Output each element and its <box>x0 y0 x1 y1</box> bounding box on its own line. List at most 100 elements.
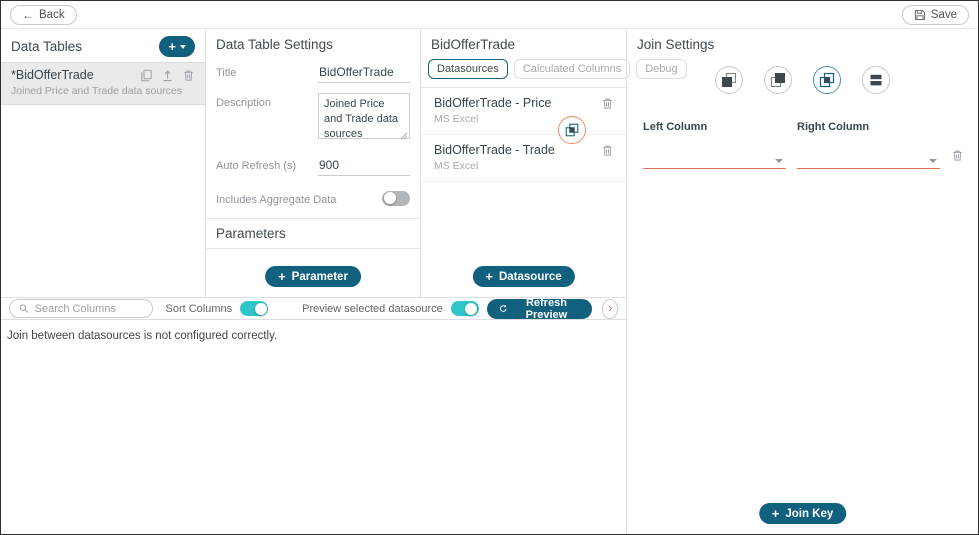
left-column-select[interactable] <box>643 150 786 169</box>
datasources-header: BidOfferTrade <box>421 29 626 57</box>
expand-preview-button[interactable]: › <box>602 299 618 319</box>
description-row: Description Joined Price and Trade data … <box>216 93 410 144</box>
right-join-icon <box>769 71 787 89</box>
tab-calculated-columns[interactable]: Calculated Columns <box>514 59 630 79</box>
inner-join-button[interactable] <box>813 66 841 94</box>
sort-columns-label: Sort Columns <box>165 303 232 315</box>
auto-refresh-input[interactable] <box>318 156 410 176</box>
left-join-button[interactable] <box>715 66 743 94</box>
back-arrow-icon: ← <box>22 9 34 21</box>
right-join-button[interactable] <box>764 66 792 94</box>
trash-icon[interactable] <box>601 144 614 157</box>
refresh-preview-button[interactable]: Refresh Preview <box>487 299 592 319</box>
settings-header: Data Table Settings <box>206 29 420 57</box>
title-input[interactable] <box>318 63 410 83</box>
union-icon <box>867 71 885 89</box>
data-tables-title: Data Tables <box>11 39 82 54</box>
plus-icon: + <box>772 507 780 520</box>
upload-icon[interactable] <box>161 69 174 82</box>
chevron-down-icon <box>180 45 186 49</box>
join-columns-row: Left Column Right Column <box>627 121 978 169</box>
app-window: ← Back Save Data Tables + <box>0 0 979 535</box>
join-settings-title: Join Settings <box>637 37 714 52</box>
back-label: Back <box>39 9 65 21</box>
toggle-knob <box>255 303 267 315</box>
data-table-list-item[interactable]: *BidOfferTrade <box>1 62 205 105</box>
add-datasource-label: Datasource <box>499 271 562 283</box>
datasources-panel: BidOfferTrade Datasources Calculated Col… <box>421 29 626 297</box>
auto-refresh-label: Auto Refresh (s) <box>216 156 318 172</box>
inner-join-icon <box>818 71 836 89</box>
left-join-icon <box>720 71 738 89</box>
join-settings-panel: Join Settings <box>626 29 978 534</box>
datasource-name: BidOfferTrade - Price <box>434 96 598 110</box>
refresh-icon <box>499 303 508 314</box>
main-area: Data Tables + *BidOfferTrade <box>1 29 978 534</box>
data-table-name: *BidOfferTrade <box>11 68 94 82</box>
columns-toolbar: Sort Columns Preview selected datasource… <box>1 297 626 320</box>
chevron-right-icon: › <box>608 302 612 314</box>
plus-icon: + <box>485 270 493 283</box>
union-join-button[interactable] <box>862 66 890 94</box>
data-tables-header: Data Tables + <box>1 29 205 62</box>
data-table-item-top: *BidOfferTrade <box>11 68 195 82</box>
add-data-table-button[interactable]: + <box>159 36 195 57</box>
copy-icon[interactable] <box>140 69 153 82</box>
search-icon <box>19 303 29 314</box>
settings-form: Title Description Joined Price and Trade… <box>206 63 420 206</box>
save-icon <box>914 9 926 21</box>
aggregate-row: Includes Aggregate Data <box>216 190 410 206</box>
join-settings-badge[interactable] <box>558 116 586 144</box>
aggregate-toggle[interactable] <box>382 191 410 206</box>
trash-icon[interactable] <box>601 97 614 110</box>
join-settings-header: Join Settings <box>627 29 978 57</box>
save-button[interactable]: Save <box>902 5 969 25</box>
panels-row: Data Tables + *BidOfferTrade <box>1 29 626 297</box>
data-tables-panel: Data Tables + *BidOfferTrade <box>1 29 206 297</box>
chevron-down-icon <box>929 159 937 163</box>
inner-join-icon <box>564 122 580 138</box>
data-table-description: Joined Price and Trade data sources <box>11 85 195 97</box>
add-parameter-label: Parameter <box>292 271 348 283</box>
trash-icon[interactable] <box>951 149 964 162</box>
refresh-preview-label: Refresh Preview <box>513 297 579 321</box>
add-join-key-label: Join Key <box>785 508 833 520</box>
datasources-panel-title: BidOfferTrade <box>431 37 515 52</box>
back-button[interactable]: ← Back <box>10 5 77 25</box>
search-columns-box[interactable] <box>9 299 153 318</box>
parameters-section-title: Parameters <box>206 218 420 249</box>
search-columns-input[interactable] <box>35 303 144 315</box>
datasources-tabs: Datasources Calculated Columns Debug <box>421 57 626 88</box>
save-label: Save <box>931 9 957 21</box>
datasource-type: MS Excel <box>434 160 598 172</box>
left-column-group: Left Column <box>643 121 786 169</box>
preview-datasource-label: Preview selected datasource <box>302 303 443 315</box>
topbar: ← Back Save <box>1 1 978 29</box>
preview-datasource-toggle[interactable] <box>451 301 479 316</box>
preview-message: Join between datasources is not configur… <box>1 320 626 534</box>
data-table-item-actions <box>140 69 195 82</box>
add-join-key-button[interactable]: + Join Key <box>759 503 847 524</box>
data-table-settings-panel: Data Table Settings Title Description <box>206 29 421 297</box>
plus-icon: + <box>278 270 286 283</box>
settings-title: Data Table Settings <box>216 37 333 52</box>
add-datasource-button[interactable]: + Datasource <box>472 266 574 287</box>
title-row: Title <box>216 63 410 83</box>
description-textarea[interactable]: Joined Price and Trade data sources <box>318 93 410 139</box>
aggregate-label: Includes Aggregate Data <box>216 190 382 206</box>
join-type-selector <box>627 66 978 94</box>
datasource-row[interactable]: BidOfferTrade - Trade MS Excel <box>421 135 626 182</box>
add-parameter-button[interactable]: + Parameter <box>265 266 361 287</box>
sort-columns-toggle[interactable] <box>240 301 268 316</box>
right-column-label: Right Column <box>797 121 940 133</box>
toggle-knob <box>384 192 396 204</box>
left-region: Data Tables + *BidOfferTrade <box>1 29 626 534</box>
plus-icon: + <box>168 40 176 53</box>
tab-datasources[interactable]: Datasources <box>428 59 508 79</box>
trash-icon[interactable] <box>182 69 195 82</box>
right-column-select[interactable] <box>797 150 940 169</box>
toggle-knob <box>465 303 477 315</box>
right-column-group: Right Column <box>797 121 940 169</box>
title-label: Title <box>216 63 318 79</box>
datasource-row[interactable]: BidOfferTrade - Price MS Excel <box>421 88 626 135</box>
